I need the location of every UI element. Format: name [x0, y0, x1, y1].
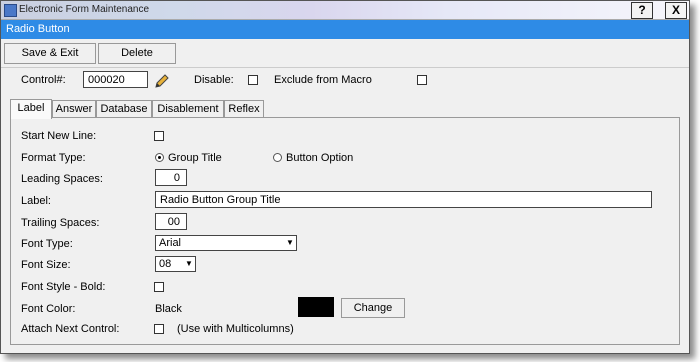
attach-next-control-checkbox[interactable] [154, 324, 164, 334]
button-option-radio[interactable] [273, 153, 282, 162]
disable-checkbox[interactable] [248, 75, 258, 85]
form-maintenance-window: Electronic Form Maintenance ? X Radio Bu… [0, 0, 690, 354]
save-exit-button[interactable]: Save & Exit [4, 43, 96, 64]
pencil-icon[interactable] [153, 72, 171, 90]
font-size-value: 08 [159, 258, 172, 270]
font-size-select[interactable]: 08 ▼ [155, 256, 196, 272]
trailing-spaces-field[interactable]: 00 [155, 213, 187, 230]
toolbar: Save & Exit Delete [1, 39, 689, 68]
font-size-label: Font Size: [21, 259, 71, 271]
tab-label[interactable]: Label [10, 99, 52, 119]
leading-spaces-field[interactable]: 0 [155, 169, 187, 186]
start-new-line-checkbox[interactable] [154, 131, 164, 141]
font-color-swatch [298, 297, 334, 317]
help-button[interactable]: ? [631, 2, 653, 19]
font-color-value: Black [155, 303, 182, 315]
button-option-label: Button Option [286, 152, 354, 164]
disable-label: Disable: [194, 74, 234, 86]
trailing-spaces-label: Trailing Spaces: [21, 217, 100, 229]
font-type-select[interactable]: Arial ▼ [155, 235, 297, 251]
label-field-label: Label: [21, 195, 51, 207]
label-input[interactable]: Radio Button Group Title [155, 191, 652, 208]
format-type-label: Format Type: [21, 152, 86, 164]
app-icon [4, 4, 17, 17]
close-button[interactable]: X [665, 2, 687, 19]
font-style-bold-label: Font Style - Bold: [21, 281, 106, 293]
start-new-line-label: Start New Line: [21, 130, 97, 142]
exclude-from-macro-label: Exclude from Macro [274, 74, 372, 86]
chevron-down-icon: ▼ [286, 238, 294, 247]
exclude-from-macro-checkbox[interactable] [417, 75, 427, 85]
group-title-radio[interactable] [155, 153, 164, 162]
font-color-label: Font Color: [21, 303, 76, 315]
tab-reflex[interactable]: Reflex [224, 100, 264, 118]
font-style-bold-checkbox[interactable] [154, 282, 164, 292]
attach-next-control-label: Attach Next Control: [21, 323, 120, 335]
form-title: Radio Button [6, 23, 70, 35]
control-number-field[interactable]: 000020 [83, 71, 148, 88]
group-title-option-label: Group Title [168, 152, 222, 164]
tab-database[interactable]: Database [96, 100, 152, 118]
form-title-bar: Radio Button [1, 20, 689, 39]
window-title: Electronic Form Maintenance [19, 4, 150, 15]
title-bar[interactable]: Electronic Form Maintenance ? X [1, 1, 689, 20]
change-color-button[interactable]: Change [341, 298, 405, 318]
font-type-label: Font Type: [21, 238, 73, 250]
control-number-label: Control#: [21, 74, 66, 86]
chevron-down-icon: ▼ [185, 259, 193, 268]
delete-button[interactable]: Delete [98, 43, 176, 64]
font-type-value: Arial [159, 237, 182, 249]
tab-disablement[interactable]: Disablement [152, 100, 224, 118]
tab-answer[interactable]: Answer [52, 100, 96, 118]
leading-spaces-label: Leading Spaces: [21, 173, 103, 185]
attach-next-note: (Use with Multicolumns) [177, 323, 294, 335]
